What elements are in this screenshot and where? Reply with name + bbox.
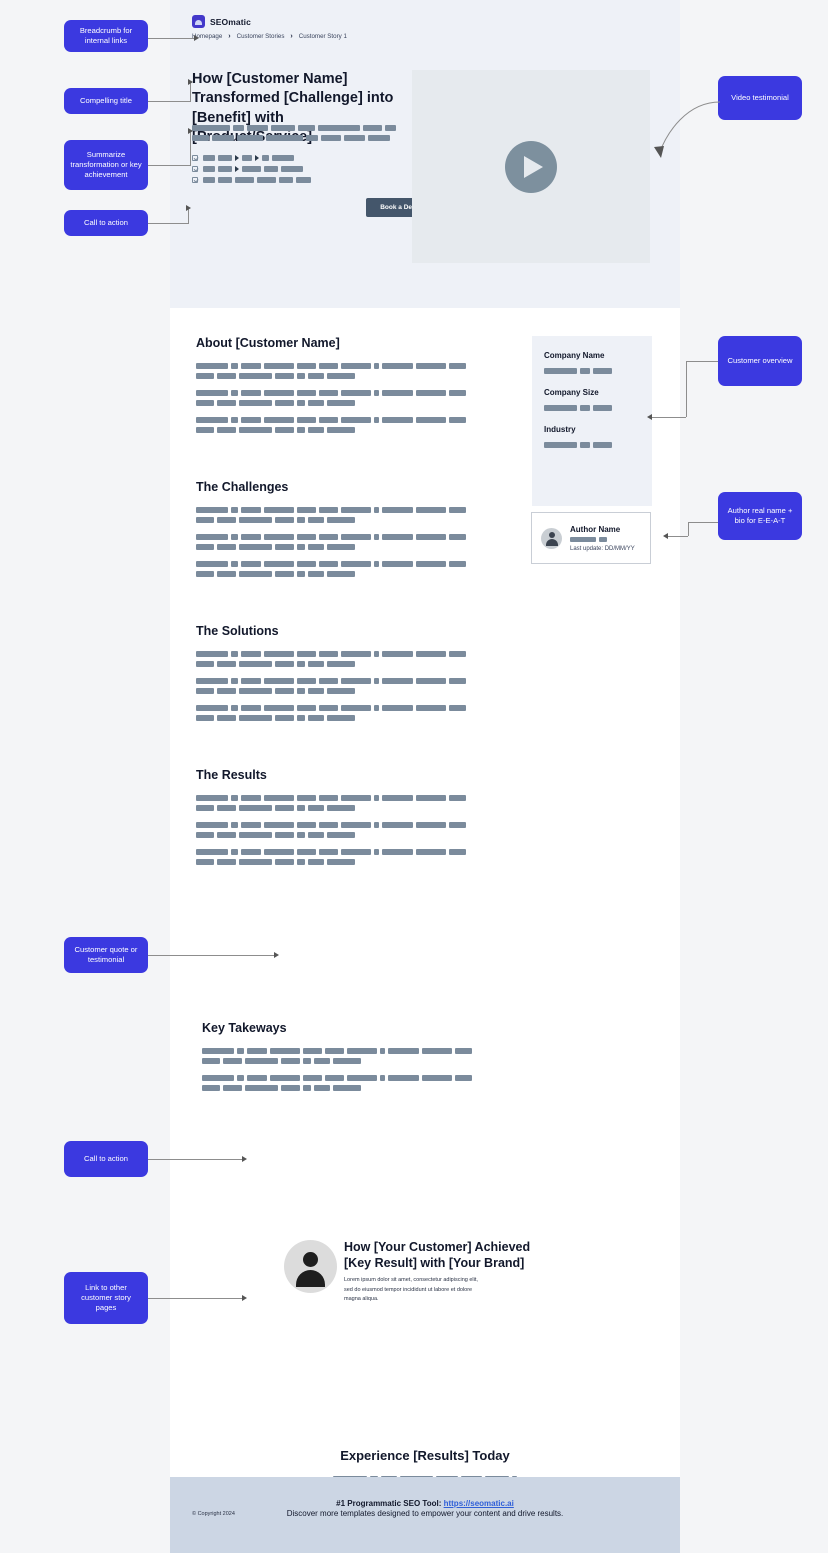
footer-promo: #1 Programmatic SEO Tool: https://seomat… (280, 1499, 570, 1520)
caret-icon (235, 166, 239, 172)
annotation-video: Video testimonial (718, 76, 802, 120)
field-label-company-size: Company Size (544, 388, 599, 397)
paragraph-placeholder (196, 795, 467, 811)
copyright-text: © Copyright 2024 (192, 1511, 235, 1517)
paragraph-placeholder (196, 561, 467, 577)
section-key-takeaways: Key Takeways (202, 1021, 473, 1102)
cta-heading: Experience [Results] Today (340, 1448, 510, 1463)
section-heading: The Results (196, 768, 267, 782)
section-heading: Key Takeways (202, 1021, 287, 1035)
mock-page: SEOmatic Homepage › Customer Stories › C… (170, 0, 680, 1553)
caret-icon (255, 155, 259, 161)
placeholder-line (203, 166, 303, 172)
section-results: The Results (196, 768, 467, 876)
placeholder-line (570, 536, 635, 542)
footer-headline: #1 Programmatic SEO Tool: https://seomat… (280, 1499, 570, 1508)
paragraph-placeholder (196, 363, 467, 379)
annotation-cta-hero: Call to action (64, 210, 148, 236)
annotation-author: Author real name + bio for E-E-A-T (718, 492, 802, 540)
person-avatar-icon (541, 527, 562, 549)
person-avatar-icon (284, 1240, 337, 1293)
section-heading: About [Customer Name] (196, 336, 340, 350)
hero-checklist (192, 155, 311, 188)
paragraph-placeholder (196, 417, 467, 433)
paragraph-placeholder (196, 534, 467, 550)
brand-logo[interactable]: SEOmatic (192, 15, 251, 28)
placeholder-line (544, 405, 640, 411)
wireframe-canvas: SEOmatic Homepage › Customer Stories › C… (0, 0, 828, 1553)
paragraph-placeholder (202, 1048, 473, 1064)
page-footer: © Copyright 2024 #1 Programmatic SEO Too… (170, 1477, 680, 1553)
seomatic-logo-icon (192, 15, 205, 28)
paragraph-placeholder (196, 705, 467, 721)
annotation-overview: Customer overview (718, 336, 802, 386)
annotation-quote: Customer quote or testimonial (64, 937, 148, 973)
paragraph-placeholder (202, 1075, 473, 1091)
chevron-right-icon: › (290, 33, 293, 40)
hero-section: SEOmatic Homepage › Customer Stories › C… (170, 0, 680, 308)
last-update-text: Last update: DD/MM/YY (570, 545, 635, 552)
list-item (192, 155, 311, 161)
paragraph-placeholder (196, 507, 467, 523)
placeholder-line (544, 368, 640, 374)
checkbox-icon[interactable] (192, 155, 198, 161)
annotation-links: Link to other customer story pages (64, 1272, 148, 1324)
brand-name: SEOmatic (210, 16, 251, 27)
section-challenges: The Challenges (196, 480, 467, 588)
checkbox-icon[interactable] (192, 166, 198, 172)
checkbox-icon[interactable] (192, 177, 198, 183)
list-item (192, 166, 311, 172)
author-name: Author Name (570, 524, 621, 534)
annotation-title: Compelling title (64, 88, 148, 114)
breadcrumb-item-customer-story-1[interactable]: Customer Story 1 (299, 33, 347, 40)
testimonial-title: How [Your Customer] Achieved [Key Result… (344, 1240, 531, 1270)
breadcrumb: Homepage › Customer Stories › Customer S… (192, 33, 347, 40)
author-card: Author Name Last update: DD/MM/YY (531, 512, 651, 564)
caret-icon (235, 155, 239, 161)
placeholder-line (203, 177, 311, 183)
paragraph-placeholder (196, 390, 467, 406)
placeholder-line (203, 155, 294, 161)
play-button-icon[interactable] (505, 140, 557, 193)
video-testimonial-player[interactable] (412, 70, 650, 263)
annotation-cta-bottom: Call to action (64, 1141, 148, 1177)
paragraph-placeholder (196, 849, 467, 865)
placeholder-line (544, 442, 640, 448)
paragraph-placeholder (196, 822, 467, 838)
hero-summary-placeholder (192, 125, 397, 145)
section-heading: The Solutions (196, 624, 279, 638)
field-label-company-name: Company Name (544, 351, 605, 360)
footer-tagline: Discover more templates designed to empo… (286, 1509, 564, 1518)
customer-overview-card: Company Name Company Size Industry (532, 336, 652, 506)
paragraph-placeholder (196, 651, 467, 667)
section-heading: The Challenges (196, 480, 289, 494)
breadcrumb-item-customer-stories[interactable]: Customer Stories (237, 33, 285, 40)
annotation-summary: Summarize transformation or key achievem… (64, 140, 148, 190)
placeholder-line (192, 125, 397, 131)
chevron-right-icon: › (228, 33, 231, 40)
testimonial-body: Lorem ipsum dolor sit amet, consectetur … (344, 1277, 478, 1303)
list-item (192, 177, 311, 183)
field-label-industry: Industry (544, 425, 576, 434)
seomatic-link[interactable]: https://seomatic.ai (444, 1499, 514, 1508)
footer-headline-prefix: #1 Programmatic SEO Tool: (336, 1499, 444, 1508)
section-about: About [Customer Name] (196, 336, 467, 444)
annotation-breadcrumb: Breadcrumb for internal links (64, 20, 148, 52)
placeholder-line (192, 135, 397, 141)
paragraph-placeholder (196, 678, 467, 694)
section-solutions: The Solutions (196, 624, 467, 732)
annotation-video-connector (654, 101, 721, 158)
